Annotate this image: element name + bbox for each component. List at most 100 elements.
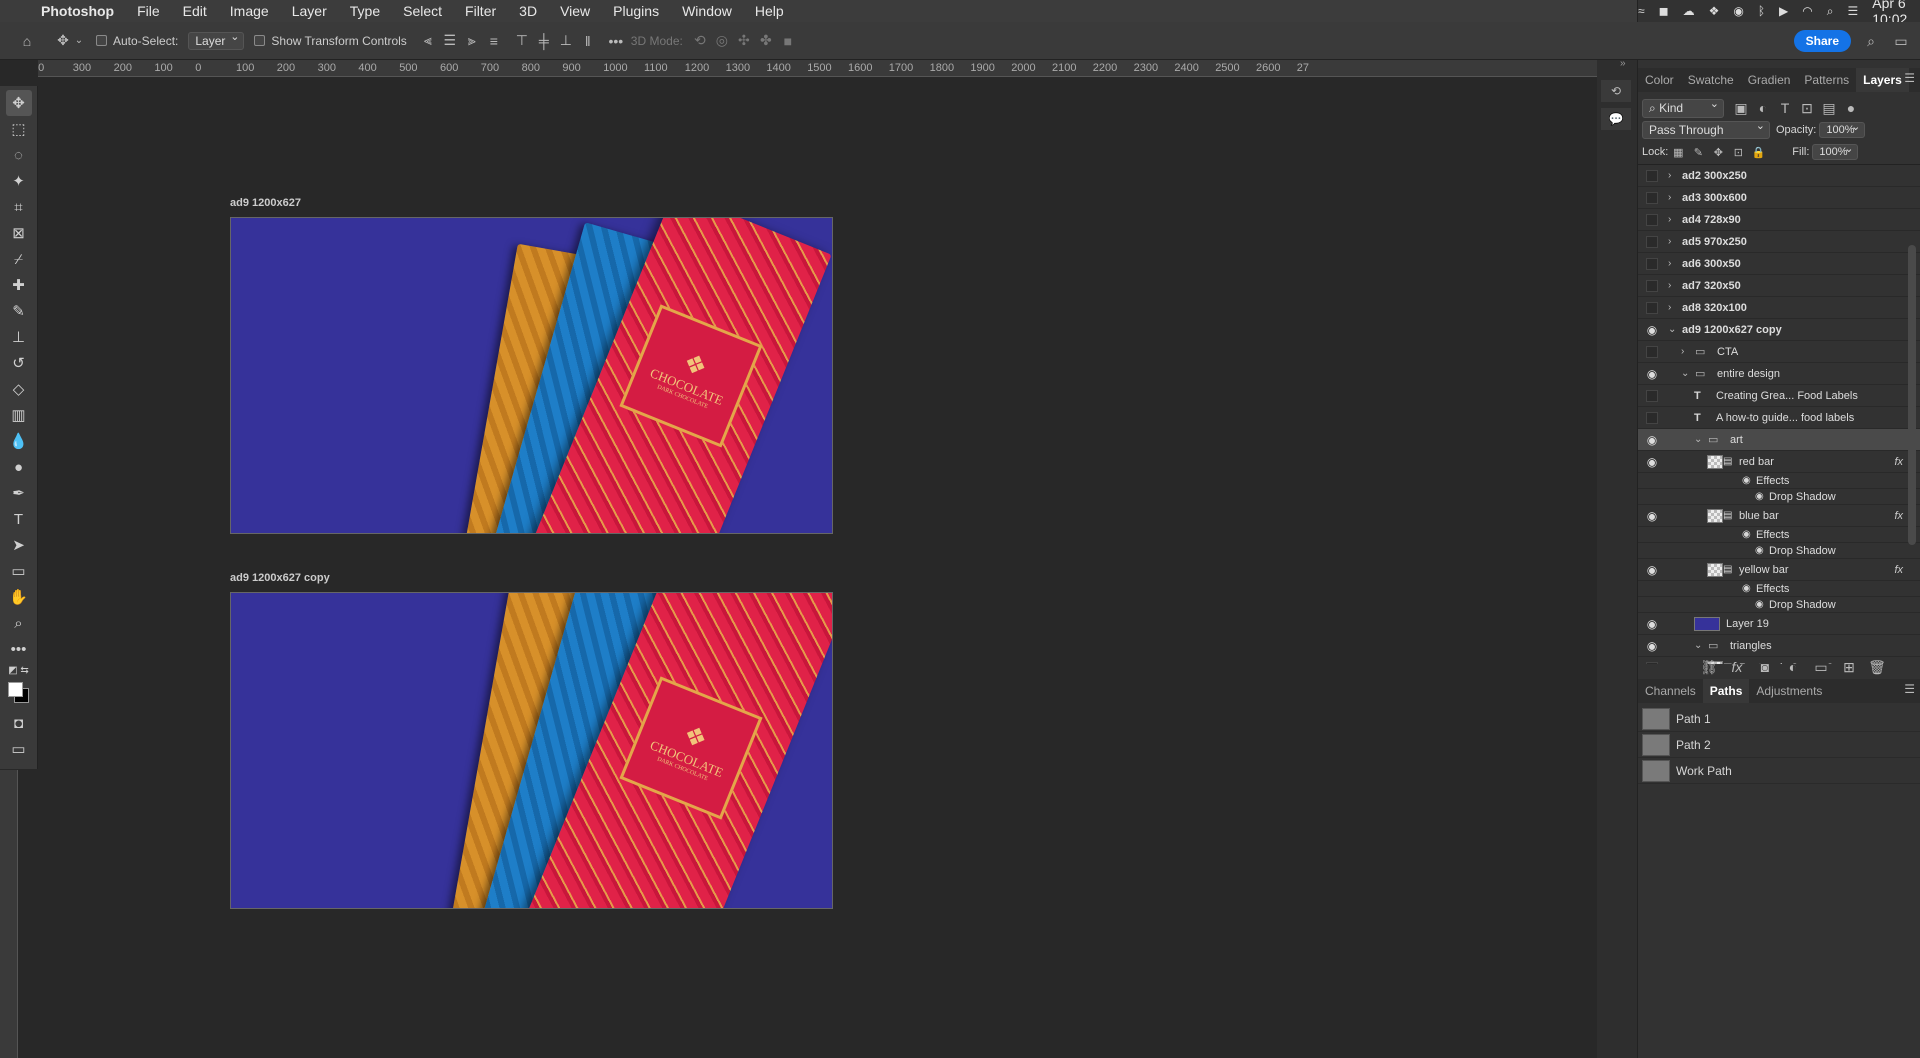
3d-pan-icon[interactable]: ✣ [733,30,755,52]
visibility-eye-icon[interactable]: ◉ [1644,433,1660,447]
align-bottom-icon[interactable]: ⊥ [555,30,577,52]
chevron-down-icon[interactable]: ⌄ [74,30,84,52]
bluetooth-icon[interactable]: ᛒ [1758,4,1765,18]
layer-row[interactable]: › ad8 320x100 [1638,297,1920,319]
layer-row[interactable]: T Creating Grea... Food Labels [1638,385,1920,407]
effect-visibility-icon[interactable]: ◉ [1755,491,1764,502]
layers-list[interactable]: › ad2 300x250 › ad3 300x600 › ad4 728x90 › ad5 … [1638,164,1920,664]
chevron-right-icon[interactable]: › [1668,214,1671,225]
layer-row[interactable]: › ▭ CTA [1638,341,1920,363]
move-tool-preset-icon[interactable]: ✥ [52,30,74,52]
align-top-icon[interactable]: ⊤ [511,30,533,52]
visibility-toggle[interactable] [1646,169,1658,182]
edit-toolbar-icon[interactable]: ••• [6,636,32,662]
visibility-toggle[interactable] [1646,191,1658,204]
lock-pixels-icon[interactable]: ✎ [1688,141,1708,163]
auto-select-checkbox[interactable] [96,35,107,46]
chevron-right-icon[interactable]: › [1668,170,1671,181]
chevron-down-icon[interactable]: ⌄ [1694,434,1702,445]
collapse-panels-icon[interactable]: » [1620,58,1626,69]
path-item[interactable]: Path 1 [1638,706,1920,732]
cloud-sync-icon[interactable]: ☁ [1683,4,1695,18]
auto-select-dropdown[interactable]: Layer [188,30,245,50]
tab-paths[interactable]: Paths [1702,679,1750,703]
chevron-down-icon[interactable]: ⌄ [1681,368,1689,379]
lock-transparent-icon[interactable]: ▦ [1668,141,1688,163]
screen-mode-icon[interactable]: ▭ [6,736,32,762]
layer-row[interactable]: ◉ Drop Shadow [1638,489,1920,505]
chevron-right-icon[interactable]: › [1668,280,1671,291]
marquee-tool-icon[interactable]: ⬚ [6,116,32,142]
app-menu[interactable]: Photoshop [41,3,114,19]
visibility-toggle[interactable] [1646,345,1658,358]
align-left-icon[interactable]: ⫷ [417,30,439,52]
blend-mode-dropdown[interactable]: Pass Through [1642,119,1770,139]
tab-layers[interactable]: Layers [1856,68,1909,92]
history-icon[interactable]: ⟲ [1601,80,1631,102]
layer-row[interactable]: › ad7 320x50 [1638,275,1920,297]
link-layers-icon[interactable]: ⛓ [1698,656,1720,678]
healing-brush-icon[interactable]: ✚ [6,272,32,298]
artboard[interactable]: ❖ CHOCOLATE DARK CHOCOLATE [230,217,833,534]
visibility-eye-icon[interactable]: ◉ [1644,639,1660,653]
quick-mask-icon[interactable]: ◘ [6,710,32,736]
hand-tool-icon[interactable]: ✋ [6,584,32,610]
filter-smart-object-icon[interactable]: ▤ [1818,97,1840,119]
layer-row[interactable]: ◉ ⌄ ▭ entire design [1638,363,1920,385]
menu-plugins[interactable]: Plugins [613,3,659,19]
path-item[interactable]: Path 2 [1638,732,1920,758]
filter-pixel-icon[interactable]: ▣ [1730,97,1752,119]
transform-controls-checkbox[interactable] [254,35,266,46]
chevron-right-icon[interactable]: › [1668,192,1671,203]
foreground-background-swatch[interactable] [6,680,32,706]
effect-visibility-icon[interactable]: ◉ [1742,475,1751,486]
menu-select[interactable]: Select [403,3,442,19]
artboard-label[interactable]: ad9 1200x627 [230,197,301,209]
menu-layer[interactable]: Layer [292,3,327,19]
search-icon[interactable]: ⌕ [1860,30,1882,52]
visibility-eye-icon[interactable]: ◉ [1644,455,1660,469]
filter-shape-icon[interactable]: ⊡ [1796,97,1818,119]
dropbox-icon[interactable]: ❖ [1709,4,1720,18]
layer-effects-icon[interactable]: fx [1894,510,1903,522]
layer-row[interactable]: ◉ ▤ red bar fx [1638,451,1920,473]
delete-layer-icon[interactable]: 🗑 [1866,656,1888,678]
stamp-tool-icon[interactable]: ⊥ [6,324,32,350]
menu-window[interactable]: Window [682,3,732,19]
menu-file[interactable]: File [137,3,160,19]
layer-effects-icon[interactable]: fx [1894,564,1903,576]
tab-color[interactable]: Color [1638,68,1681,92]
rectangle-tool-icon[interactable]: ▭ [6,558,32,584]
new-layer-icon[interactable]: ⊞ [1838,656,1860,678]
artboard-copy-label[interactable]: ad9 1200x627 copy [230,572,330,584]
dodge-tool-icon[interactable]: ● [6,454,32,480]
path-item[interactable]: Work Path [1638,758,1920,784]
layer-row[interactable]: ◉ Effects [1638,473,1920,489]
default-colors-icon[interactable]: ◩ ⇆ [6,662,32,678]
visibility-toggle[interactable] [1646,661,1658,664]
chevron-right-icon[interactable]: › [1668,236,1671,247]
layer-row[interactable]: ◉ ⌄ ▭ triangles [1638,635,1920,657]
layer-row[interactable]: ◉ Drop Shadow [1638,597,1920,613]
visibility-toggle[interactable] [1646,411,1658,424]
visibility-toggle[interactable] [1646,235,1658,248]
more-options-icon[interactable]: ••• [605,30,627,52]
type-tool-icon[interactable]: T [6,506,32,532]
align-right-icon[interactable]: ⫸ [461,30,483,52]
layer-row[interactable]: › ad2 300x250 [1638,165,1920,187]
chevron-right-icon[interactable]: › [1681,346,1684,357]
layer-row[interactable]: ◉ Effects [1638,527,1920,543]
add-mask-icon[interactable]: ◙ [1754,656,1776,678]
layers-scrollbar[interactable] [1908,245,1916,545]
lasso-tool-icon[interactable]: ◌ [6,142,32,168]
tab-adjustments[interactable]: Adjustments [1749,679,1829,703]
layer-row[interactable]: ◉ ▤ yellow bar fx [1638,559,1920,581]
visibility-eye-icon[interactable]: ◉ [1644,617,1660,631]
layer-row[interactable]: ◉ Layer 19 [1638,613,1920,635]
lock-position-icon[interactable]: ✥ [1708,141,1728,163]
spotlight-search-icon[interactable]: ⌕ [1827,4,1834,18]
chevron-right-icon[interactable]: › [1668,258,1671,269]
effect-visibility-icon[interactable]: ◉ [1755,599,1764,610]
blur-tool-icon[interactable]: 💧 [6,428,32,454]
layer-row[interactable]: ◉ ⌄ ad9 1200x627 copy [1638,319,1920,341]
